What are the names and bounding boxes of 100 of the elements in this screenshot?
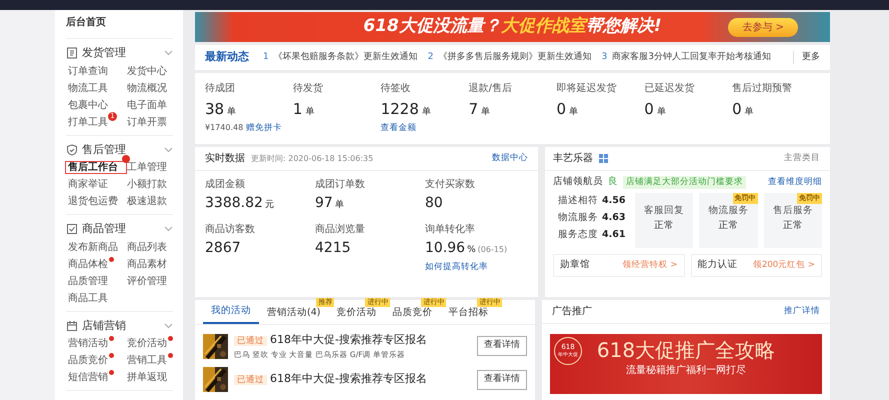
stat-label: 待发货 [292,82,324,96]
metric-label: 支付买家数 [425,178,476,192]
sidebar-item[interactable]: 电子面单 [125,100,169,110]
sidebar-item[interactable]: 商品工具 [66,292,110,304]
section-title[interactable]: 店铺营销 [82,318,126,334]
document-icon [66,47,78,60]
chevron-icon[interactable] [164,322,173,329]
stat-unit: 单 [744,107,754,117]
chevron-icon[interactable] [164,50,173,56]
calendar-icon [66,320,78,332]
activity-tab[interactable]: 我的活动 [203,300,259,324]
sidebar-item[interactable]: 物流概况 [125,82,169,94]
sidebar-item[interactable]: 商品体检 [66,258,110,270]
stat-link[interactable]: 查看金额 [380,123,417,133]
category-link[interactable]: 主营类目 [784,152,820,165]
metric-label: 询单转化率 [425,222,476,237]
stat-value: 1228 [380,100,419,118]
data-center-link[interactable]: 数据中心 [492,152,528,165]
sidebar-item[interactable]: 订单查询 [66,66,110,76]
view-details-button[interactable]: 查看详情 [477,336,527,356]
sidebar-item[interactable]: 竞价活动 [125,338,169,349]
more-link[interactable]: 更多 [793,50,820,64]
ad-headline: 618大促推广全攻略 [596,337,776,363]
sidebar-item[interactable]: 售后工作台 [66,162,126,173]
metric-unit: % [467,245,476,255]
banner-text: 帮您解决! [586,15,662,38]
stat-value: 0 [732,100,742,118]
stat-label: 即将延迟发货 [556,82,618,96]
sidebar-item[interactable]: 发布新商品 [66,242,120,252]
status-tag: 已通过 [234,336,267,346]
metric-value: 3388.82 [205,195,263,211]
sidebar-item[interactable]: 商品列表 [125,242,169,252]
sidebar-item[interactable]: 品质管理 [66,276,110,286]
sidebar-item[interactable]: 订单开票 [125,116,169,128]
checkbox-icon [66,223,78,236]
service-label: 物流服务 [708,204,748,218]
view-details-button[interactable]: 查看详情 [477,370,527,390]
stat-unit: 单 [568,107,578,117]
metric-label: 商品浏览量 [315,222,366,237]
join-button[interactable]: 去参与 > [728,18,798,37]
service-status: 正常 [718,218,738,232]
sidebar-item[interactable]: 小额打款 [125,179,169,190]
sidebar-item[interactable]: 退货包运费 [66,196,120,207]
chevron-icon[interactable] [164,226,173,232]
perk-label: 勋章馆 [560,258,590,272]
detail-link[interactable]: 查看维度明细 [768,176,822,188]
metric-label: 成团订单数 [315,178,366,192]
section-title[interactable]: 售后管理 [82,142,126,158]
stat-label: 退款/售后 [468,82,513,96]
sidebar-item[interactable]: 评价管理 [125,276,169,286]
news-link[interactable]: 商家客服3分钟人工回复率开始考核通知 [612,50,771,64]
news-link[interactable]: 《拼多多售后服务规则》更新生效通知 [438,50,592,64]
metric-unit: 单 [334,200,344,210]
sidebar-item[interactable]: 营销活动 [66,338,110,349]
score-row-text: 物流服务 4.63 [558,211,626,226]
sidebar-home-link[interactable]: 后台首页 [66,14,173,39]
perk-label: 能力认证 [698,258,738,272]
shield-icon [66,144,78,156]
status-tag: 已通过 [234,375,267,386]
metric-label: 商品访客数 [205,222,256,237]
sidebar-item[interactable]: 包裹中心 [66,100,110,110]
navigator-label: 店铺领航员 [553,175,603,189]
metric-value: 97 [315,195,333,211]
sidebar-item[interactable]: 物流工具 [66,82,110,94]
stat-unit: 单 [227,107,236,117]
score-row-text: 服务态度 4.61 [558,228,626,242]
news-index: 2 [428,50,434,64]
stat-unit: 单 [481,107,490,117]
sidebar-item[interactable]: 工单管理 [125,162,169,173]
sidebar-item[interactable]: 极速退款 [125,196,169,207]
update-time: 更新时间: 2020-06-18 15:06:35 [251,152,374,164]
stat-value: 1 [292,100,302,118]
sidebar-item[interactable]: 营销工具 [125,355,169,366]
news-title: 最新动态 [205,49,249,66]
section-title[interactable]: 商品管理 [82,221,126,238]
sidebar-item[interactable]: 品质竞价 [66,355,110,366]
metric-link[interactable]: 如何提高转化率 [425,261,535,274]
sidebar-item[interactable]: 发货中心 [125,66,169,76]
chevron-icon[interactable] [164,146,173,153]
grade-note: 店铺满足大部分活动门槛要求 [623,176,746,188]
sidebar-item[interactable]: 打单工具 [66,116,110,128]
banner-text: 618大促没流量？ [363,15,501,38]
stat-value: 38 [205,100,224,118]
sidebar-item[interactable]: 商品素材 [125,258,169,270]
sidebar-item[interactable]: 商家举证 [66,179,110,190]
stat-link[interactable]: 赠免拼卡 [246,123,282,133]
news-index: 3 [601,50,608,64]
stat-label: 待签收 [380,82,412,96]
service-label: 客服回复 [644,204,684,218]
sidebar-item[interactable]: 拼单返现 [125,372,169,383]
grid-icon [599,154,608,163]
stat-note: ¥1740.48 [205,123,244,132]
promo-details-link[interactable]: 推广详情 [784,305,820,318]
metric-value: 10.96 [425,240,466,256]
ad-subline: 流量秘籍推广福利一网打尽 [626,364,746,378]
stat-label: 售后过期预警 [732,82,794,96]
stat-value: 0 [644,100,654,118]
section-title[interactable]: 发货管理 [82,45,126,62]
sidebar-item[interactable]: 短信营销 [66,372,110,383]
news-link[interactable]: 《坏果包赔服务条款》更新生效通知 [274,50,418,64]
